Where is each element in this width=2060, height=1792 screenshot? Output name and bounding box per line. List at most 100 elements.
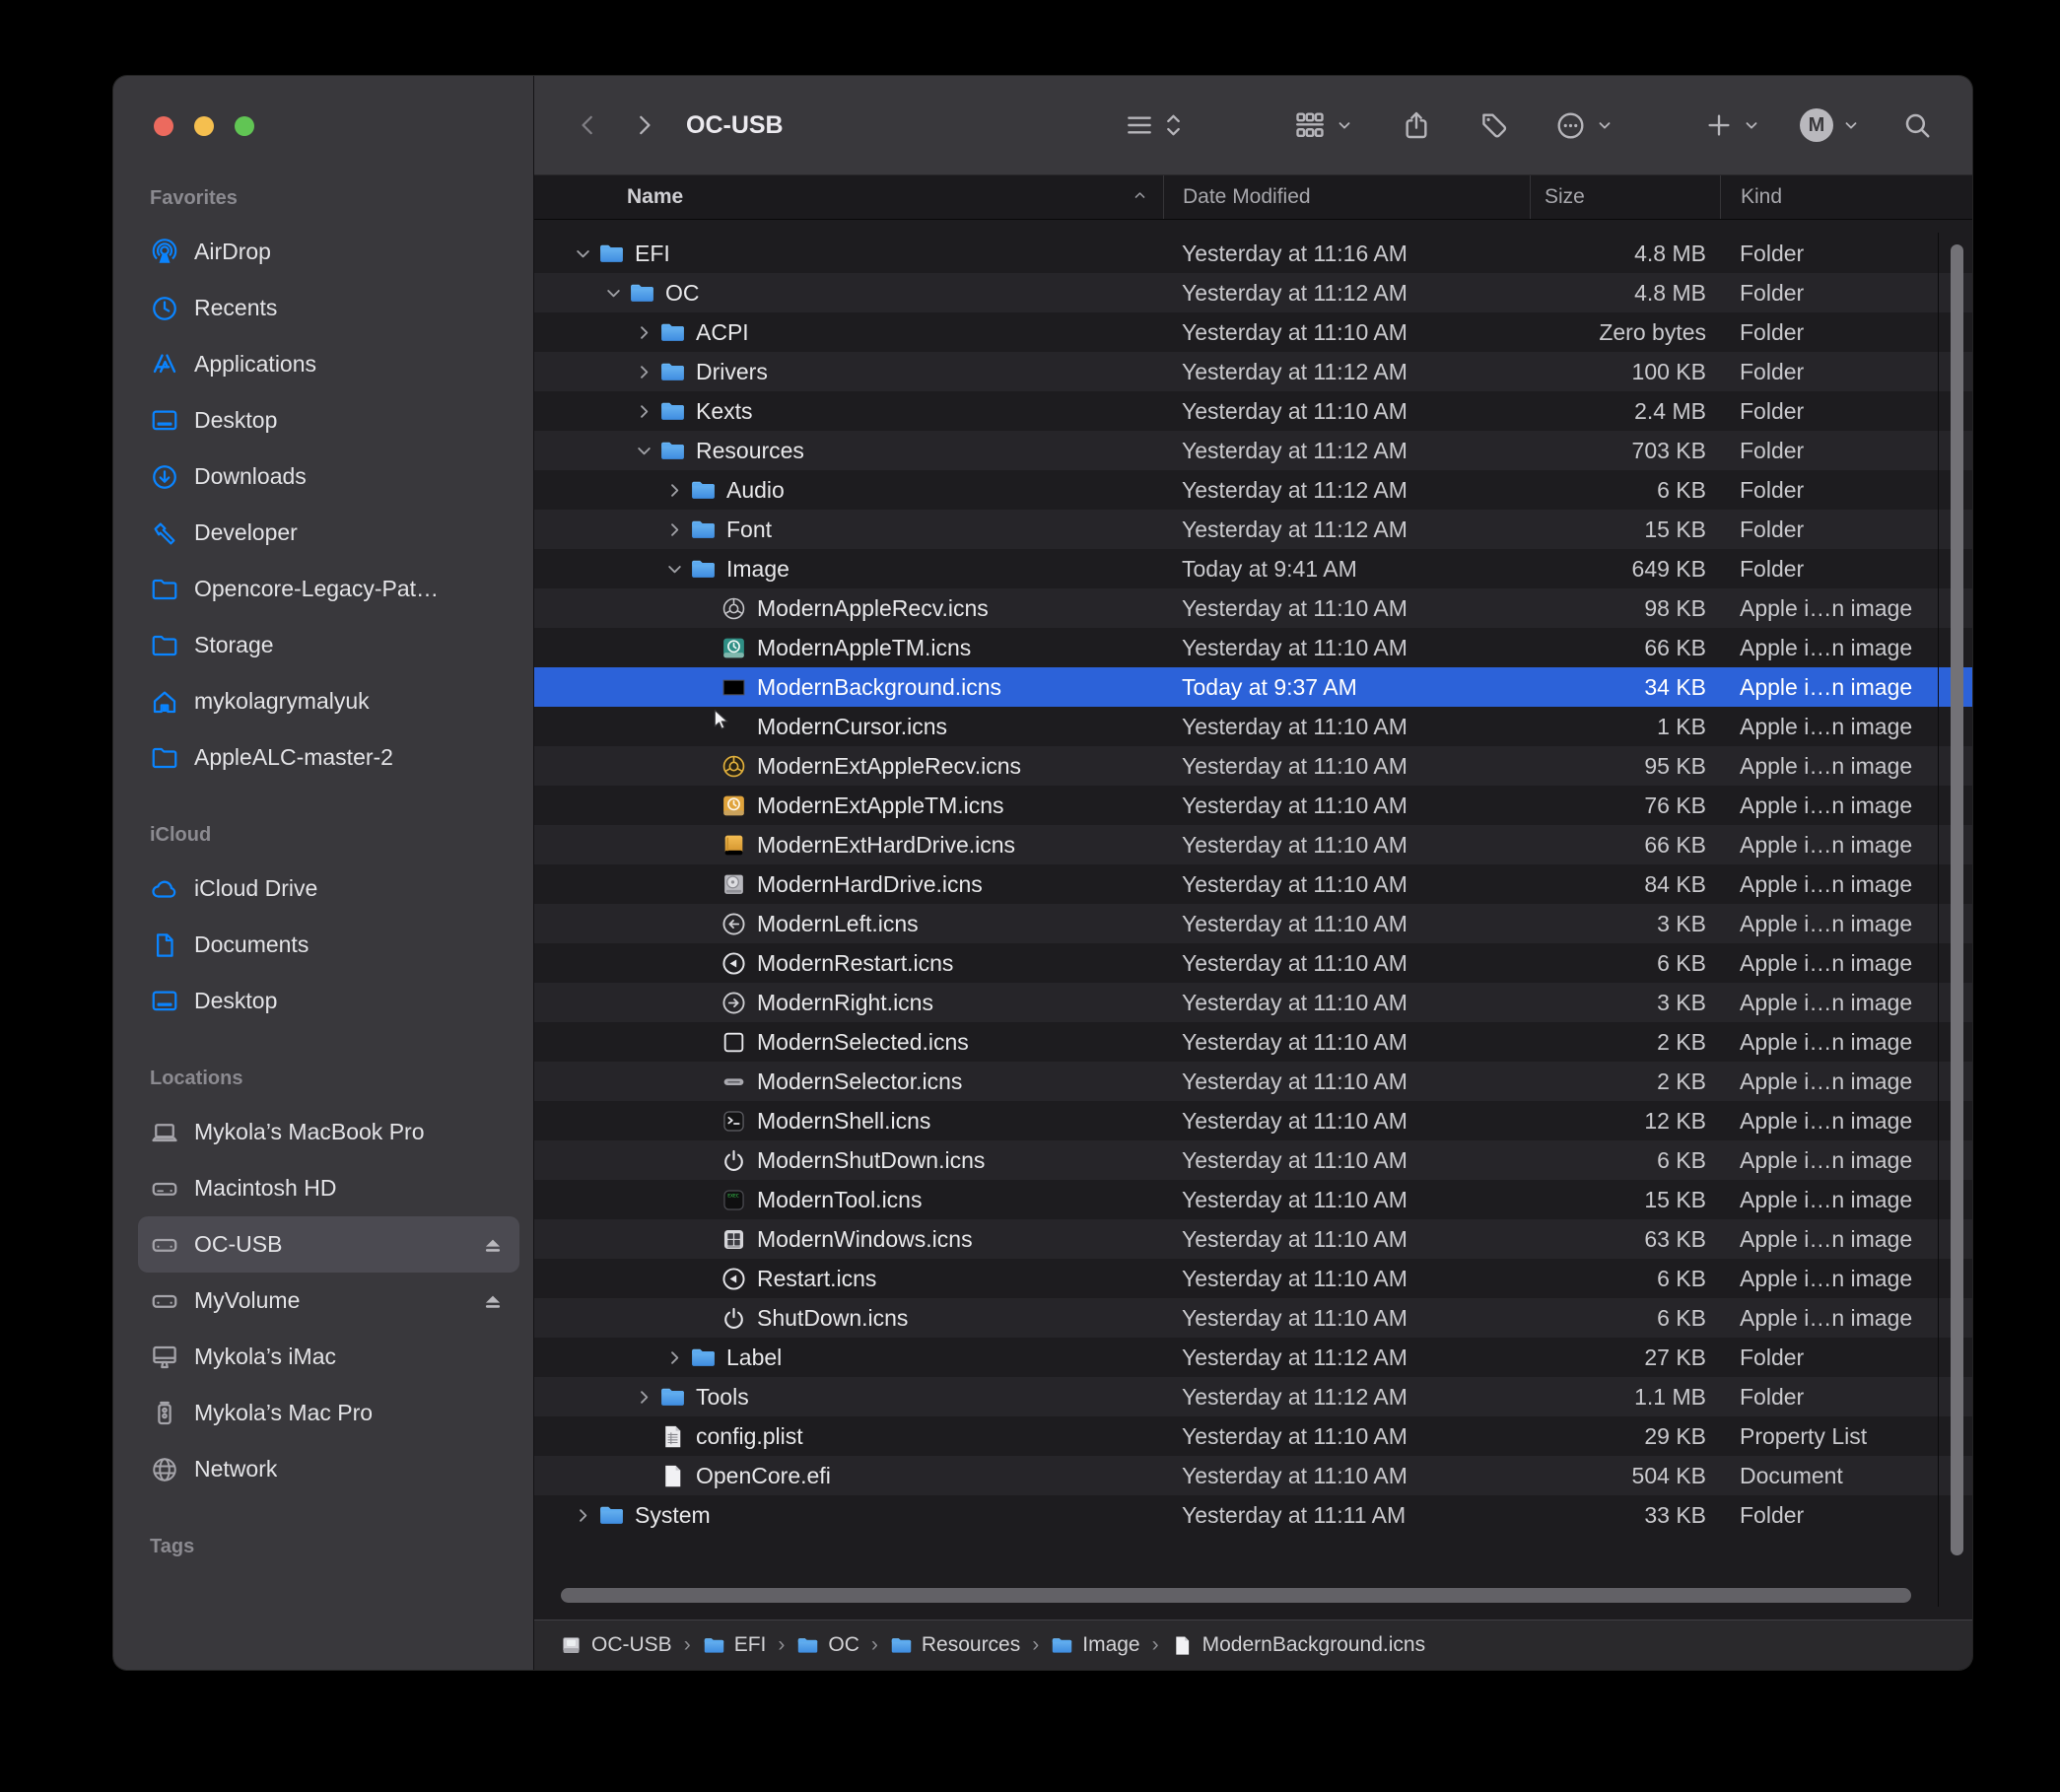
file-size: 33 KB <box>1644 1502 1706 1529</box>
more-actions-control[interactable] <box>1554 109 1614 142</box>
sidebar-item-storage[interactable]: Storage <box>138 617 519 673</box>
sidebar-item-oc-usb[interactable]: OC-USB <box>138 1216 519 1273</box>
sidebar-item-mykola-s-macbook-pro[interactable]: Mykola’s MacBook Pro <box>138 1104 519 1160</box>
minimize-button[interactable] <box>194 116 214 136</box>
file-row-modernshutdown-icns[interactable]: ModernShutDown.icnsYesterday at 11:10 AM… <box>534 1140 1972 1180</box>
column-header-size[interactable]: Size <box>1530 175 1720 219</box>
file-row-drivers[interactable]: DriversYesterday at 11:12 AM100 KBFolder <box>534 352 1972 391</box>
file-row-acpi[interactable]: ACPIYesterday at 11:10 AMZero bytesFolde… <box>534 312 1972 352</box>
path-item-oc[interactable]: OC <box>796 1633 859 1657</box>
share-button[interactable] <box>1401 108 1432 142</box>
sidebar-item-myvolume[interactable]: MyVolume <box>138 1273 519 1329</box>
file-row-modernappletm-icns[interactable]: ModernAppleTM.icnsYesterday at 11:10 AM6… <box>534 628 1972 667</box>
sidebar-item-documents[interactable]: Documents <box>138 917 519 973</box>
disclosure-triangle-icon[interactable] <box>600 280 626 306</box>
disclosure-triangle-icon[interactable] <box>661 1344 687 1370</box>
file-row-system[interactable]: SystemYesterday at 11:11 AM33 KBFolder <box>534 1495 1972 1535</box>
file-size: 98 KB <box>1644 595 1706 622</box>
file-row-modernselected-icns[interactable]: ModernSelected.icnsYesterday at 11:10 AM… <box>534 1022 1972 1062</box>
file-row-modernextharddrive-icns[interactable]: ModernExtHardDrive.icnsYesterday at 11:1… <box>534 825 1972 864</box>
file-date-cell: Yesterday at 11:12 AM <box>1163 510 1530 549</box>
disclosure-triangle-icon[interactable] <box>570 1502 595 1528</box>
sidebar-item-desktop[interactable]: Desktop <box>138 973 519 1029</box>
eject-icon[interactable] <box>480 1232 506 1258</box>
disclosure-triangle-icon[interactable] <box>631 398 656 424</box>
file-row-modernharddrive-icns[interactable]: ModernHardDrive.icnsYesterday at 11:10 A… <box>534 864 1972 904</box>
path-item-modernbackground-icns[interactable]: ModernBackground.icns <box>1171 1633 1425 1657</box>
disclosure-triangle-icon[interactable] <box>661 556 687 582</box>
path-item-oc-usb[interactable]: OC-USB <box>560 1633 672 1657</box>
sidebar-item-airdrop[interactable]: AirDrop <box>138 224 519 280</box>
file-name-cell: System <box>534 1495 1163 1535</box>
disclosure-triangle-icon[interactable] <box>631 1384 656 1410</box>
file-row-modernapplerecv-icns[interactable]: ModernAppleRecv.icnsYesterday at 11:10 A… <box>534 588 1972 628</box>
tag-button[interactable] <box>1477 109 1509 141</box>
file-row-modernleft-icns[interactable]: ModernLeft.icnsYesterday at 11:10 AM3 KB… <box>534 904 1972 943</box>
file-row-modernbackground-icns[interactable]: ModernBackground.icnsToday at 9:37 AM34 … <box>534 667 1972 707</box>
file-row-font[interactable]: FontYesterday at 11:12 AM15 KBFolder <box>534 510 1972 549</box>
file-row-shutdown-icns[interactable]: ShutDown.icnsYesterday at 11:10 AM6 KBAp… <box>534 1298 1972 1338</box>
file-row-opencore-efi[interactable]: OpenCore.efiYesterday at 11:10 AM504 KBD… <box>534 1456 1972 1495</box>
sidebar-item-mykola-s-mac-pro[interactable]: Mykola’s Mac Pro <box>138 1385 519 1441</box>
sidebar-item-macintosh-hd[interactable]: Macintosh HD <box>138 1160 519 1216</box>
disclosure-triangle-icon[interactable] <box>661 477 687 503</box>
disclosure-triangle-icon[interactable] <box>570 241 595 266</box>
file-row-modernright-icns[interactable]: ModernRight.icnsYesterday at 11:10 AM3 K… <box>534 983 1972 1022</box>
file-row-modernrestart-icns[interactable]: ModernRestart.icnsYesterday at 11:10 AM6… <box>534 943 1972 983</box>
eject-icon[interactable] <box>480 1288 506 1314</box>
sidebar-item-mykolagrymalyuk[interactable]: mykolagrymalyuk <box>138 673 519 729</box>
file-kind-cell: Apple i…n image <box>1720 1180 1972 1219</box>
zoom-button[interactable] <box>235 116 254 136</box>
file-row-modernwindows-icns[interactable]: ModernWindows.icnsYesterday at 11:10 AM6… <box>534 1219 1972 1259</box>
file-row-resources[interactable]: ResourcesYesterday at 11:12 AM703 KBFold… <box>534 431 1972 470</box>
file-row-restart-icns[interactable]: Restart.icnsYesterday at 11:10 AM6 KBApp… <box>534 1259 1972 1298</box>
column-header-name[interactable]: Name <box>534 175 1163 219</box>
file-row-kexts[interactable]: KextsYesterday at 11:10 AM2.4 MBFolder <box>534 391 1972 431</box>
file-kind: Folder <box>1740 359 1804 385</box>
imac-icon <box>150 1343 179 1372</box>
file-row-modernselector-icns[interactable]: ModernSelector.icnsYesterday at 11:10 AM… <box>534 1062 1972 1101</box>
new-item-control[interactable] <box>1704 110 1760 140</box>
file-row-tools[interactable]: ToolsYesterday at 11:12 AM1.1 MBFolder <box>534 1377 1972 1416</box>
sidebar-item-downloads[interactable]: Downloads <box>138 448 519 505</box>
path-item-image[interactable]: Image <box>1051 1633 1139 1657</box>
file-row-moderncursor-icns[interactable]: ModernCursor.icnsYesterday at 11:10 AM1 … <box>534 707 1972 746</box>
path-item-efi[interactable]: EFI <box>703 1633 767 1657</box>
file-row-audio[interactable]: AudioYesterday at 11:12 AM6 KBFolder <box>534 470 1972 510</box>
file-row-moderntool-icns[interactable]: EXECModernTool.icnsYesterday at 11:10 AM… <box>534 1180 1972 1219</box>
disclosure-triangle-icon[interactable] <box>631 438 656 463</box>
file-row-image[interactable]: ImageToday at 9:41 AM649 KBFolder <box>534 549 1972 588</box>
view-control[interactable] <box>1124 109 1183 141</box>
disclosure-triangle-icon[interactable] <box>661 517 687 542</box>
forward-button[interactable] <box>631 108 656 142</box>
file-row-modernextapplerecv-icns[interactable]: ModernExtAppleRecv.icnsYesterday at 11:1… <box>534 746 1972 786</box>
laptop-icon <box>150 1118 179 1147</box>
back-button[interactable] <box>576 108 601 142</box>
file-row-modernshell-icns[interactable]: ModernShell.icnsYesterday at 11:10 AM12 … <box>534 1101 1972 1140</box>
column-header-kind[interactable]: Kind <box>1720 175 1972 219</box>
path-item-resources[interactable]: Resources <box>890 1633 1020 1657</box>
sidebar-item-applications[interactable]: Applications <box>138 336 519 392</box>
file-row-label[interactable]: LabelYesterday at 11:12 AM27 KBFolder <box>534 1338 1972 1377</box>
account-control[interactable]: M <box>1800 108 1860 142</box>
sidebar-item-developer[interactable]: Developer <box>138 505 519 561</box>
group-by-control[interactable] <box>1293 108 1353 142</box>
horizontal-scrollbar[interactable] <box>561 1588 1911 1603</box>
sidebar-item-mykola-s-imac[interactable]: Mykola’s iMac <box>138 1329 519 1385</box>
sidebar-item-desktop[interactable]: Desktop <box>138 392 519 448</box>
search-button[interactable] <box>1901 109 1933 141</box>
disclosure-triangle-icon[interactable] <box>631 319 656 345</box>
close-button[interactable] <box>154 116 173 136</box>
disclosure-triangle-icon[interactable] <box>631 359 656 384</box>
sidebar-item-network[interactable]: Network <box>138 1441 519 1497</box>
file-row-oc[interactable]: OCYesterday at 11:12 AM4.8 MBFolder <box>534 273 1972 312</box>
sidebar-item-opencore-legacy-pat-[interactable]: Opencore-Legacy-Pat… <box>138 561 519 617</box>
file-row-config-plist[interactable]: config.plistYesterday at 11:10 AM29 KBPr… <box>534 1416 1972 1456</box>
sidebar-item-icloud-drive[interactable]: iCloud Drive <box>138 861 519 917</box>
sidebar-item-recents[interactable]: Recents <box>138 280 519 336</box>
column-header-date[interactable]: Date Modified <box>1163 175 1530 219</box>
file-row-modernextappletm-icns[interactable]: ModernExtAppleTM.icnsYesterday at 11:10 … <box>534 786 1972 825</box>
file-row-efi[interactable]: EFIYesterday at 11:16 AM4.8 MBFolder <box>534 234 1972 273</box>
vertical-scrollbar[interactable] <box>1951 244 1963 1555</box>
sidebar-item-applealc-master-2[interactable]: AppleALC-master-2 <box>138 729 519 786</box>
